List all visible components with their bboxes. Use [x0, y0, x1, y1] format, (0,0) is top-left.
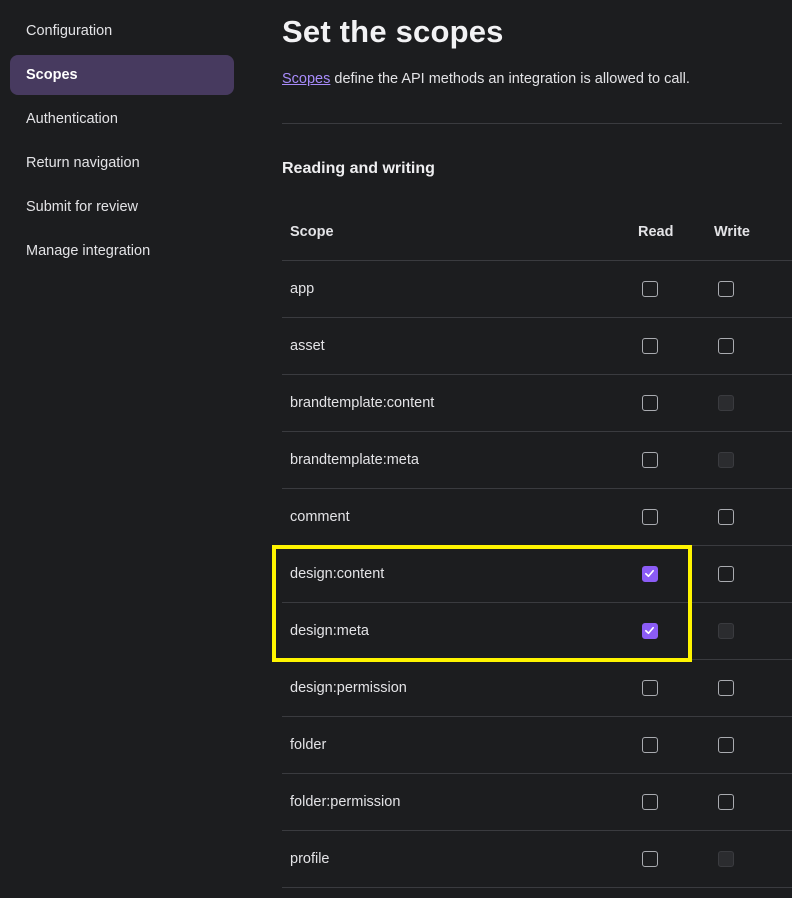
table-row: profile: [282, 831, 792, 888]
table-row: folder:permission: [282, 774, 792, 831]
write-checkbox[interactable]: [718, 338, 734, 354]
read-checkbox[interactable]: [642, 452, 658, 468]
write-checkbox[interactable]: [718, 566, 734, 582]
main-content: Set the scopes Scopes define the API met…: [282, 0, 792, 898]
read-checkbox[interactable]: [642, 338, 658, 354]
sidebar-item-scopes[interactable]: Scopes: [10, 55, 234, 95]
table-row: comment: [282, 489, 792, 546]
section-title: Reading and writing: [282, 160, 435, 177]
column-header-write: Write: [714, 224, 750, 240]
sidebar-item-submit-for-review[interactable]: Submit for review: [10, 187, 234, 227]
table-body: app asset brandtemplate:content brandtempla…: [282, 261, 792, 888]
read-checkbox[interactable]: [642, 281, 658, 297]
scopes-table: Scope Read Write app asset brandtemplate:c…: [282, 204, 792, 888]
divider: [282, 123, 782, 124]
write-checkbox[interactable]: [718, 680, 734, 696]
table-row: brandtemplate:meta: [282, 432, 792, 489]
scope-name: comment: [290, 509, 350, 525]
write-checkbox: [718, 851, 734, 867]
sidebar-item-return-navigation[interactable]: Return navigation: [10, 143, 234, 183]
scope-name: folder: [290, 737, 327, 753]
write-checkbox[interactable]: [718, 509, 734, 525]
scope-name: brandtemplate:content: [290, 395, 435, 411]
read-checkbox[interactable]: [642, 395, 658, 411]
scope-name: profile: [290, 851, 330, 867]
write-checkbox: [718, 452, 734, 468]
scope-name: app: [290, 281, 315, 297]
read-checkbox[interactable]: [642, 737, 658, 753]
table-row: asset: [282, 318, 792, 375]
sidebar-item-authentication[interactable]: Authentication: [10, 99, 234, 139]
table-row: brandtemplate:content: [282, 375, 792, 432]
scope-name: asset: [290, 338, 325, 354]
scope-name: design:meta: [290, 623, 369, 639]
read-checkbox[interactable]: [642, 851, 658, 867]
write-checkbox: [718, 623, 734, 639]
table-row: design:meta: [282, 603, 792, 660]
table-row: folder: [282, 717, 792, 774]
scope-name: design:permission: [290, 680, 407, 696]
table-header: Scope Read Write: [282, 204, 792, 261]
table-row: app: [282, 261, 792, 318]
read-checkbox[interactable]: [642, 794, 658, 810]
write-checkbox[interactable]: [718, 281, 734, 297]
scopes-link[interactable]: Scopes: [282, 71, 330, 87]
sidebar: Configuration Scopes Authentication Retu…: [0, 0, 250, 898]
read-checkbox[interactable]: [642, 680, 658, 696]
column-header-scope: Scope: [290, 224, 334, 240]
read-checkbox[interactable]: [642, 566, 658, 582]
scope-name: brandtemplate:meta: [290, 452, 419, 468]
table-row: design:permission: [282, 660, 792, 717]
write-checkbox[interactable]: [718, 794, 734, 810]
page-title: Set the scopes: [282, 14, 504, 49]
sidebar-item-manage-integration[interactable]: Manage integration: [10, 231, 234, 271]
read-checkbox[interactable]: [642, 509, 658, 525]
table-row: design:content: [282, 546, 792, 603]
intro-description: define the API methods an integration is…: [330, 71, 690, 87]
scope-name: design:content: [290, 566, 385, 582]
scope-name: folder:permission: [290, 794, 401, 810]
write-checkbox: [718, 395, 734, 411]
intro-text: Scopes define the API methods an integra…: [282, 71, 690, 87]
write-checkbox[interactable]: [718, 737, 734, 753]
sidebar-item-configuration[interactable]: Configuration: [10, 11, 234, 51]
column-header-read: Read: [638, 224, 674, 240]
read-checkbox[interactable]: [642, 623, 658, 639]
